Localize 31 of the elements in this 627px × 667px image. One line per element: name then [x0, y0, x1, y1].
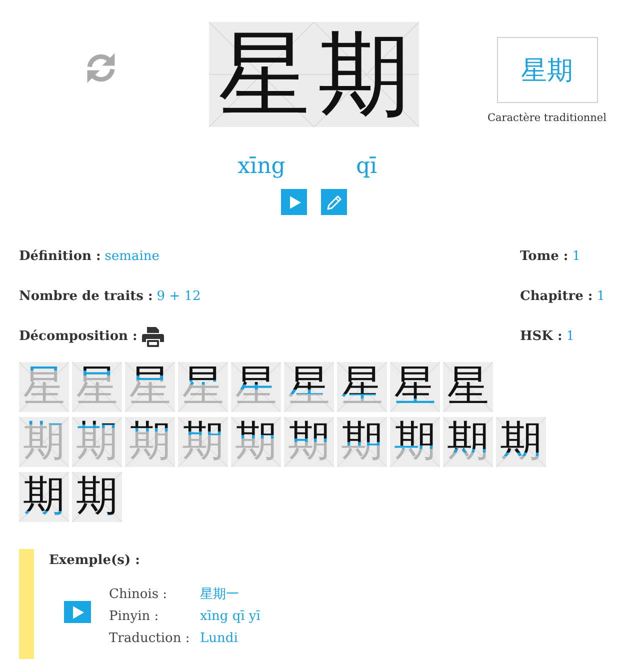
- field-value: 1: [572, 248, 580, 266]
- field-label: Décomposition :: [19, 328, 138, 346]
- example-title: Exemple(s) :: [49, 552, 140, 570]
- field-label: HSK :: [520, 328, 562, 346]
- field-value: 9 + 12: [156, 288, 201, 306]
- play-icon: [290, 196, 300, 208]
- example-value: 星期一: [200, 586, 240, 604]
- play-button[interactable]: [281, 189, 307, 215]
- pencil-icon: [326, 194, 342, 210]
- play-icon: [73, 606, 84, 618]
- refresh-icon[interactable]: [85, 52, 117, 84]
- pinyin-syllable: qī: [354, 153, 378, 181]
- example-label: Traduction :: [109, 630, 191, 648]
- field-value: semaine: [104, 248, 160, 266]
- play-button[interactable]: [64, 601, 91, 623]
- field-label: Définition :: [19, 248, 101, 266]
- edit-button[interactable]: [321, 189, 347, 215]
- traditional-characters: 星期: [496, 37, 598, 103]
- example-label: Pinyin :: [109, 608, 160, 626]
- example-label: Chinois :: [109, 586, 168, 604]
- field-value: 1: [596, 288, 605, 306]
- example-value: xīng qī yī: [200, 608, 260, 626]
- field-label: Nombre de traits :: [19, 288, 153, 306]
- pinyin-syllable: xīng: [236, 153, 286, 181]
- field-label: Chapitre :: [520, 288, 593, 306]
- example-value: Lundi: [200, 630, 239, 648]
- large-characters: 星期: [217, 24, 418, 124]
- field-label: Tome :: [520, 248, 568, 266]
- field-value: 1: [566, 328, 575, 346]
- printer-icon[interactable]: [141, 325, 166, 349]
- traditional-caption: Caractère traditionnel: [487, 111, 607, 125]
